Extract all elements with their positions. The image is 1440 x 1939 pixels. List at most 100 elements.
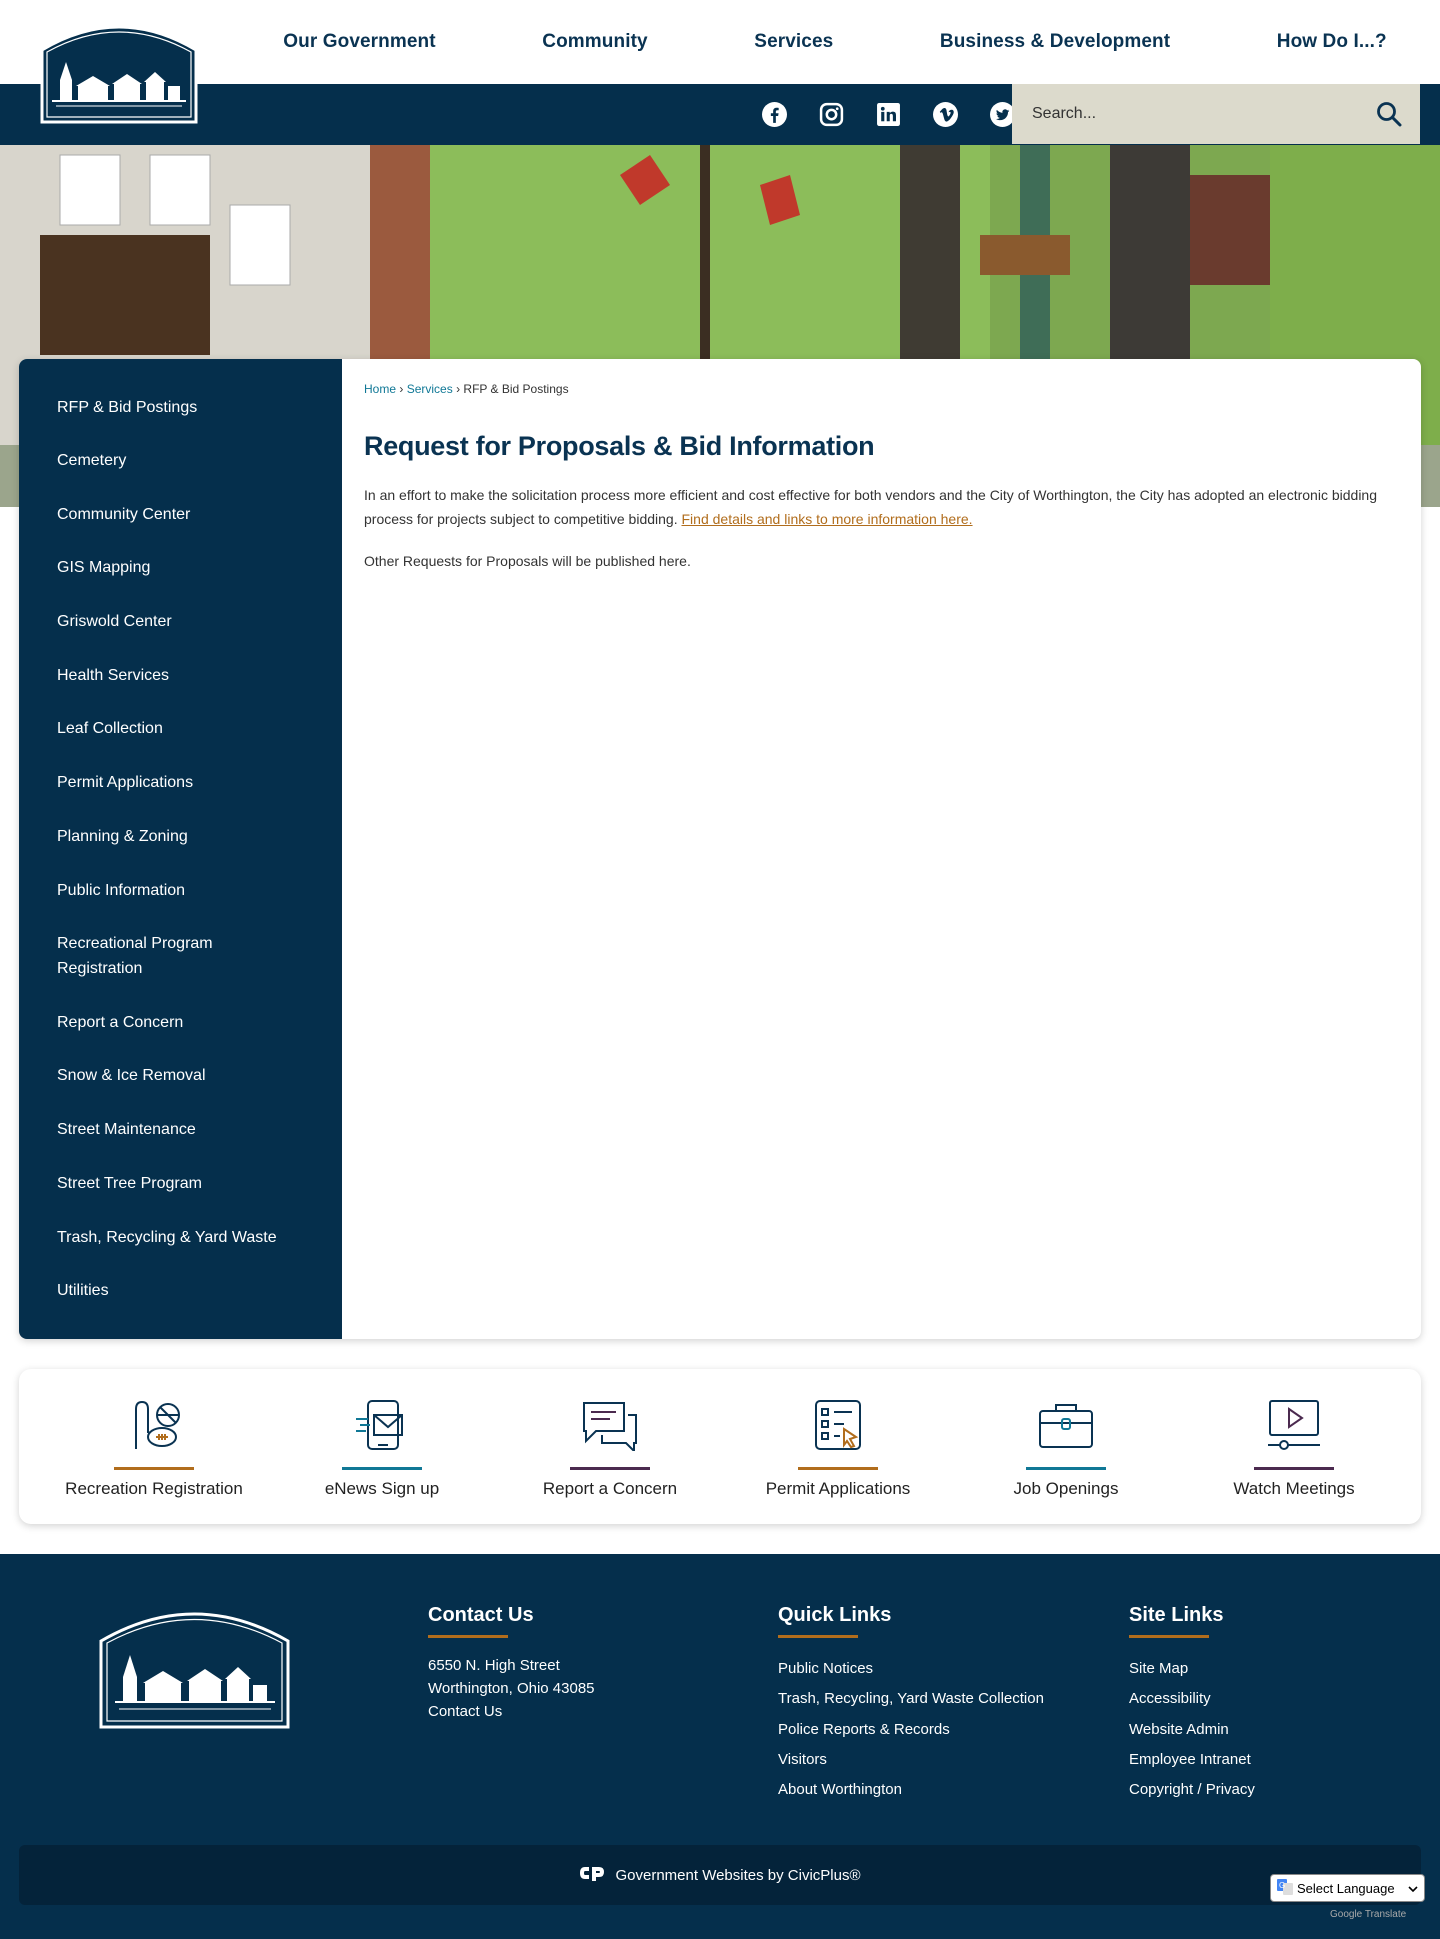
quick-link-permit-applications[interactable]: Permit Applications: [724, 1369, 952, 1524]
footer-link[interactable]: Trash, Recycling, Yard Waste Collection: [778, 1684, 1044, 1714]
footer-contact: Contact Us 6550 N. High Street Worthingt…: [428, 1604, 595, 1723]
search-input[interactable]: [1012, 105, 1352, 123]
svg-text:G: G: [1279, 1881, 1285, 1890]
quick-link-job-openings[interactable]: Job Openings: [952, 1369, 1180, 1524]
breadcrumb-current: RFP & Bid Postings: [463, 382, 569, 396]
top-header: Our Government Community Services Busine…: [0, 0, 1440, 84]
quick-link-label: Watch Meetings: [1233, 1479, 1355, 1498]
nav-services[interactable]: Services: [754, 31, 833, 53]
nav-how-do-i[interactable]: How Do I...?: [1277, 31, 1387, 53]
sidebar-item-street-tree-program[interactable]: Street Tree Program: [57, 1171, 317, 1196]
worthington-logo[interactable]: [38, 14, 200, 126]
footer-quick-links-title[interactable]: Quick Links: [778, 1604, 1044, 1627]
footer-heading-underline: [1129, 1635, 1209, 1638]
quick-link-underline: [570, 1467, 650, 1470]
footer-link[interactable]: Public Notices: [778, 1654, 1044, 1684]
linkedin-icon[interactable]: [876, 102, 901, 127]
sidebar-item-leaf-collection[interactable]: Leaf Collection: [57, 716, 317, 741]
breadcrumb-home[interactable]: Home: [364, 382, 396, 396]
vimeo-icon[interactable]: [933, 102, 958, 127]
quick-link-recreation-registration[interactable]: Recreation Registration: [40, 1369, 268, 1524]
footer-contact-link[interactable]: Contact Us: [428, 1700, 595, 1723]
language-select-label: Select Language: [1297, 1880, 1395, 1896]
briefcase-icon: [1036, 1399, 1096, 1451]
quick-link-underline: [1026, 1467, 1106, 1470]
footer-link[interactable]: Police Reports & Records: [778, 1715, 1044, 1745]
other-rfp-text: Other Requests for Proposals will be pub…: [364, 553, 691, 569]
nav-our-government[interactable]: Our Government: [283, 31, 435, 53]
breadcrumb-separator: ›: [456, 382, 461, 396]
footer-address-line: 6550 N. High Street: [428, 1657, 560, 1674]
footer-link[interactable]: Accessibility: [1129, 1684, 1255, 1714]
footer-site-links-title[interactable]: Site Links: [1129, 1604, 1255, 1627]
quick-link-label: Recreation Registration: [65, 1479, 243, 1498]
quick-links-bar: Recreation Registration eNews Sign up Re…: [19, 1369, 1421, 1524]
quick-link-underline: [1254, 1467, 1334, 1470]
sidebar-item-report-a-concern[interactable]: Report a Concern: [57, 1010, 317, 1035]
quick-link-watch-meetings[interactable]: Watch Meetings: [1180, 1369, 1408, 1524]
sidebar-item-street-maintenance[interactable]: Street Maintenance: [57, 1117, 317, 1142]
sidebar-item-recreational-program-registration[interactable]: Recreational Program Registration: [57, 931, 257, 981]
enews-icon: [352, 1399, 412, 1451]
footer-contact-title[interactable]: Contact Us: [428, 1604, 595, 1627]
sidebar-item-rfp-bid-postings[interactable]: RFP & Bid Postings: [57, 395, 317, 420]
footer-link[interactable]: About Worthington: [778, 1775, 1044, 1805]
nav-community[interactable]: Community: [542, 31, 647, 53]
google-translate-credit: Google Translate: [1330, 1909, 1407, 1920]
breadcrumb: Home › Services › RFP & Bid Postings: [364, 382, 569, 396]
sidebar-item-utilities[interactable]: Utilities: [57, 1278, 317, 1303]
permit-icon: [808, 1399, 868, 1451]
sidebar-item-snow-ice-removal[interactable]: Snow & Ice Removal: [57, 1063, 317, 1088]
quick-link-enews-sign-up[interactable]: eNews Sign up: [268, 1369, 496, 1524]
footer-address-line: Worthington, Ohio 43085: [428, 1680, 595, 1697]
quick-link-underline: [114, 1467, 194, 1470]
quick-link-underline: [342, 1467, 422, 1470]
sidebar-item-permit-applications[interactable]: Permit Applications: [57, 770, 317, 795]
language-select[interactable]: G Select Language: [1270, 1874, 1425, 1902]
sidebar-nav: RFP & Bid Postings Cemetery Community Ce…: [19, 359, 342, 1339]
nav-business-development[interactable]: Business & Development: [940, 31, 1170, 53]
footer-link[interactable]: Visitors: [778, 1745, 1044, 1775]
report-icon: [580, 1399, 640, 1454]
sidebar-item-planning-zoning[interactable]: Planning & Zoning: [57, 824, 317, 849]
video-icon: [1264, 1399, 1324, 1451]
chevron-down-icon: [1408, 1881, 1418, 1896]
quick-link-underline: [798, 1467, 878, 1470]
search-icon[interactable]: [1374, 99, 1404, 129]
sidebar-item-public-information[interactable]: Public Information: [57, 878, 317, 903]
footer-logo[interactable]: [97, 1599, 292, 1731]
social-links: [762, 84, 1015, 145]
sidebar-item-griswold-center[interactable]: Griswold Center: [57, 609, 317, 634]
sidebar-item-trash-recycling-yard-waste[interactable]: Trash, Recycling & Yard Waste: [57, 1225, 317, 1250]
breadcrumb-separator: ›: [399, 382, 404, 396]
footer-link[interactable]: Site Map: [1129, 1654, 1255, 1684]
civicplus-link[interactable]: Government Websites by CivicPlus®: [615, 1867, 860, 1884]
quick-link-label: Permit Applications: [765, 1479, 911, 1498]
footer-link[interactable]: Copyright / Privacy: [1129, 1775, 1255, 1805]
details-link[interactable]: Find details and links to more informati…: [682, 511, 973, 527]
sidebar-item-community-center[interactable]: Community Center: [57, 502, 317, 527]
breadcrumb-services[interactable]: Services: [407, 382, 453, 396]
page-title: Request for Proposals & Bid Information: [364, 431, 875, 461]
sidebar-item-health-services[interactable]: Health Services: [57, 663, 317, 688]
quick-link-label: Job Openings: [1013, 1479, 1119, 1498]
google-translate-icon: G: [1277, 1878, 1293, 1898]
footer-link[interactable]: Employee Intranet: [1129, 1745, 1255, 1775]
footer-heading-underline: [428, 1635, 508, 1638]
footer-site-links: Site Links Site Map Accessibility Websit…: [1129, 1604, 1255, 1805]
instagram-icon[interactable]: [819, 102, 844, 127]
sidebar-item-cemetery[interactable]: Cemetery: [57, 448, 317, 473]
quick-link-label: Report a Concern: [542, 1479, 678, 1498]
recreation-icon: [124, 1399, 184, 1451]
civicplus-logo-icon: [579, 1865, 605, 1885]
search-bar: [1012, 84, 1420, 144]
sidebar-item-gis-mapping[interactable]: GIS Mapping: [57, 555, 317, 580]
facebook-icon[interactable]: [762, 102, 787, 127]
quick-link-report-a-concern[interactable]: Report a Concern: [496, 1369, 724, 1524]
quick-link-label: eNews Sign up: [324, 1479, 440, 1498]
intro-paragraph: In an effort to make the solicitation pr…: [364, 483, 1394, 531]
footer-link[interactable]: Website Admin: [1129, 1715, 1255, 1745]
footer-quick-links: Quick Links Public Notices Trash, Recycl…: [778, 1604, 1044, 1805]
content-card: RFP & Bid Postings Cemetery Community Ce…: [19, 359, 1421, 1339]
civicplus-bar: Government Websites by CivicPlus®: [19, 1845, 1421, 1905]
